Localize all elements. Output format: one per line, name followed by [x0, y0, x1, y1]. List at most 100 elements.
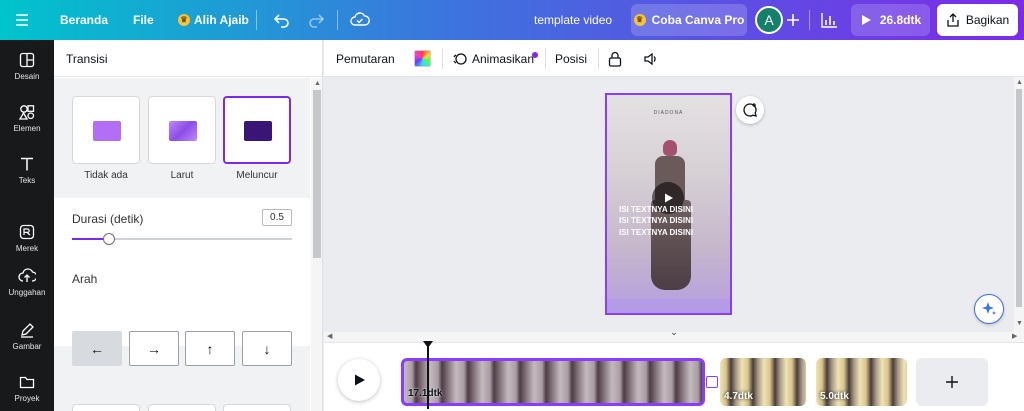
position-button[interactable]: Posisi — [555, 40, 587, 77]
transition-marker[interactable] — [706, 376, 718, 388]
page-bottom-band — [607, 299, 730, 313]
comment-button[interactable] — [736, 96, 764, 124]
document-title[interactable]: template video — [534, 0, 612, 40]
try-pro-button[interactable]: ♛ Coba Canva Pro — [631, 4, 747, 36]
arrow-down-icon: ↓ — [263, 340, 271, 357]
add-collaborator-button[interactable] — [786, 0, 800, 40]
undo-icon — [273, 14, 289, 28]
arrow-left-icon: ← — [90, 340, 104, 357]
transition-slide[interactable] — [223, 96, 291, 164]
rail-item-uploads[interactable]: Unggahan — [0, 256, 54, 308]
panel-body: Tidak ada Larut Meluncur Durasi (detik) … — [54, 78, 310, 411]
duration-slider-track[interactable] — [72, 233, 292, 245]
lock-icon — [608, 51, 622, 67]
add-clip-button[interactable] — [916, 358, 988, 406]
direction-down-button[interactable]: ↓ — [242, 331, 292, 366]
play-icon — [355, 374, 365, 386]
undo-button[interactable] — [273, 0, 291, 40]
timeline-clip[interactable]: 5.0dtk — [816, 358, 907, 406]
transition-tile[interactable] — [148, 404, 216, 411]
model-head — [663, 140, 677, 156]
menu-button[interactable] — [14, 0, 30, 40]
options-section: Durasi (detik) 0.5 Arah — [54, 198, 310, 346]
color-swatch-icon — [414, 50, 431, 67]
design-caption-2[interactable]: ISI TEXTNYA DISINI — [619, 216, 693, 225]
transition-dissolve[interactable] — [148, 96, 216, 164]
rail-item-design[interactable]: Desain — [0, 40, 54, 92]
panel-scroll-thumb[interactable] — [313, 90, 321, 258]
lock-button[interactable] — [608, 40, 622, 77]
timeline-clip[interactable]: 17.1dtk — [401, 358, 705, 406]
notification-dot — [532, 51, 539, 58]
scroll-down[interactable]: ▼ — [1016, 320, 1023, 327]
duration-slider-handle[interactable] — [103, 233, 116, 245]
cloud-save-button[interactable] — [350, 0, 370, 40]
panel-scrollbar-track[interactable]: ▲ ▼ — [311, 78, 322, 411]
rail-item-draw[interactable]: Gambar — [0, 310, 54, 362]
share-label: Bagikan — [965, 13, 1010, 27]
transition-none[interactable] — [72, 96, 140, 164]
playhead-marker — [423, 341, 433, 348]
direction-up-button[interactable]: ↑ — [185, 331, 235, 366]
color-button[interactable] — [414, 40, 431, 77]
divider — [809, 10, 810, 30]
scroll-up[interactable]: ▲ — [1016, 79, 1023, 86]
design-page[interactable]: DIADONA ISI TEXTNYA DISINI ISI TEXTNYA D… — [605, 93, 732, 315]
timeline-play-button[interactable] — [338, 359, 380, 401]
scroll-left[interactable]: ◀ — [327, 332, 332, 340]
duration-input[interactable]: 0.5 — [262, 209, 292, 226]
playhead[interactable] — [423, 341, 433, 409]
transition-preview — [93, 121, 121, 141]
file-menu[interactable]: File — [133, 0, 154, 40]
design-caption-1[interactable]: ISI TEXTNYA DISINI — [619, 205, 693, 214]
magic-assistant-button[interactable] — [974, 294, 1004, 324]
direction-right-button[interactable]: → — [129, 331, 179, 366]
magic-switch-button[interactable]: ♛ Alih Ajaib — [178, 0, 249, 40]
play-duration-button[interactable]: 26.8dtk — [851, 4, 930, 36]
playback-button[interactable]: Pemutaran — [336, 40, 395, 77]
left-rail: Desain Elemen Teks Merek Unggahan Gambar… — [0, 40, 54, 411]
arrow-up-icon: ↑ — [206, 340, 214, 357]
scroll-thumb[interactable] — [1016, 89, 1022, 307]
rail-label: Unggahan — [8, 287, 46, 297]
timeline-collapse-toggle[interactable]: ⌄ — [666, 327, 682, 339]
scroll-right[interactable]: ▶ — [1012, 332, 1017, 340]
transition-tile[interactable] — [72, 404, 140, 411]
volume-button[interactable] — [643, 40, 659, 77]
rail-item-elements[interactable]: Elemen — [0, 92, 54, 144]
magic-switch-label: Alih Ajaib — [194, 13, 249, 27]
hamburger-icon — [16, 14, 28, 26]
direction-left-button[interactable]: ← — [72, 331, 122, 366]
play-icon — [861, 15, 871, 25]
transition-label: Tidak ada — [84, 170, 128, 181]
cloud-check-icon — [350, 12, 370, 26]
transition-label: Meluncur — [236, 170, 278, 181]
duration-label: Durasi (detik) — [72, 212, 144, 226]
panel-scroll-up[interactable]: ▲ — [314, 80, 321, 87]
animate-button[interactable]: Animasikan — [452, 40, 539, 77]
clip-label: 4.7dtk — [724, 391, 753, 402]
draw-icon — [21, 322, 34, 338]
rail-item-projects[interactable]: Proyek — [0, 362, 54, 411]
canvas-vertical-scrollbar[interactable]: ▲ ▼ — [1014, 77, 1024, 332]
rail-item-text[interactable]: Teks — [0, 144, 54, 196]
divider — [598, 49, 599, 69]
home-link[interactable]: Beranda — [60, 0, 108, 40]
transition-tile[interactable] — [223, 404, 291, 411]
editor-toolbar: Pemutaran Animasikan Posisi — [324, 40, 1024, 77]
clip-frames — [404, 361, 702, 403]
share-button[interactable]: Bagikan — [937, 4, 1018, 36]
design-brand-text[interactable]: DIADONA — [607, 110, 730, 116]
rail-label: Desain — [14, 71, 40, 81]
sparkle-icon — [982, 302, 996, 315]
comment-add-icon — [743, 103, 757, 117]
design-caption-3[interactable]: ISI TEXTNYA DISINI — [619, 228, 693, 237]
redo-button[interactable] — [307, 0, 325, 40]
transition-label: Larut — [170, 170, 194, 181]
timeline-clip[interactable]: 4.7dtk — [720, 358, 806, 406]
rail-label: Elemen — [13, 123, 41, 133]
top-bar: Beranda File ♛ Alih Ajaib template video… — [0, 0, 1024, 40]
divider — [256, 10, 257, 30]
insights-button[interactable] — [820, 0, 838, 40]
avatar[interactable]: A — [755, 6, 783, 34]
